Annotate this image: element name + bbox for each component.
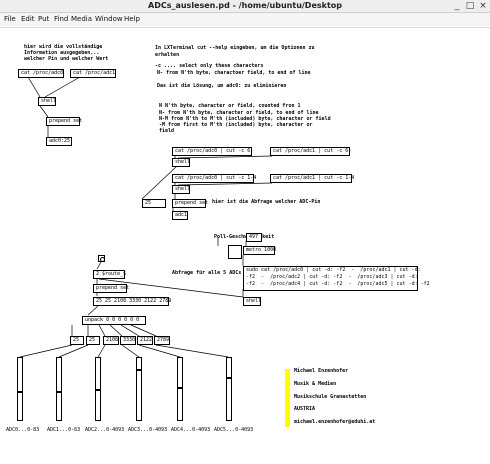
slider-label-adc2: ADC2...0-4093 [85,427,125,433]
slider-label-adc3: ADC3...0-4093 [128,427,168,433]
comment-adc-pin: hier ist die Abfrage welcher ADC-Pin [212,199,321,205]
bang-trigger[interactable] [98,255,105,262]
slider-knob [227,377,231,379]
comment-opt1: -c .... select only these characters [155,63,264,69]
msg-cat-adc0[interactable]: cat /proc/adc0 [18,69,64,78]
slider-knob [178,387,182,389]
comment-opt2: N- from N'th byte, charactoer field, to … [157,70,311,76]
credit-email: michael.enzenhofer@eduhi.at [294,419,376,425]
slider-knob [137,369,141,371]
toggle-on-off[interactable] [228,245,242,259]
slider-label-adc4: ADC4...0-4093 [171,427,211,433]
slider-knob [96,389,100,391]
number-adc4[interactable]: 2122 [137,336,153,345]
comment-poll: Poll-Geschwindigkeit [214,234,275,240]
number-adc5[interactable]: 2789 [154,336,170,345]
credits-accent-bar [285,369,290,427]
comment-opt3: Das ist die Lösung, um adc0: zu eliminie… [157,83,287,89]
slider-adc0[interactable] [17,357,23,421]
msg-cut6-adc0[interactable]: cat /proc/adc0 | cut -c 6- [172,147,253,156]
slider-knob [18,391,22,393]
obj-unpack[interactable]: unpack 0 0 0 0 0 0 [82,316,146,325]
obj-shell-3[interactable]: shell [172,185,190,194]
number-adc3[interactable]: 3330 [120,336,136,345]
comment-intro-3: welcher Pin und welcher Wert [24,56,109,62]
slider-adc1[interactable] [56,357,62,421]
number-adc1[interactable]: 25 [86,336,100,345]
slider-adc2[interactable] [95,357,101,421]
credit-school: Musikschule Granastetten [294,394,367,400]
obj-shell-2[interactable]: shell [172,158,190,167]
obj-shell[interactable]: shell [38,97,56,106]
number-adc0[interactable]: 25 [70,336,84,345]
obj-route[interactable]: 2 $route_$ [93,270,126,279]
slider-adc5[interactable] [226,357,232,421]
number-25[interactable]: 25 [142,199,166,208]
slider-label-adc1: ADC1...0-63 [47,427,81,433]
msg-adc0-value[interactable]: adc0:25 [46,137,72,146]
obj-shell-4[interactable]: shell [243,297,261,306]
comment-help-1: In LXTerminal cut --help eingeben, um di… [155,45,315,51]
comment-opt4: N N'th byte, character or field, counted… [159,103,301,109]
obj-prepend[interactable]: prepend set [46,117,82,126]
number-poll-speed[interactable]: 497 [246,233,262,242]
credit-name: Michael Enzenhofer [294,368,349,374]
msg-cut6-adc1[interactable]: cat /proc/adc1 | cut -c 6- [270,147,351,156]
comment-help-2: erhalten [155,52,180,58]
msg-cut14-adc0[interactable]: cat /proc/adc0 | cut -c 1-4 [172,174,256,183]
obj-prepend-2[interactable]: prepend set [172,199,208,208]
comment-opt8: field [159,128,175,134]
credit-dept: Musik & Medien [294,381,337,387]
slider-knob [57,391,61,393]
msg-adc1[interactable]: adc1 [172,211,188,220]
msg-sudo-cat-all[interactable]: sudo cat /proc/adc0 | cut -d: -f2 - /pro… [243,266,430,291]
comment-all-adcs: Abfrage für alle 5 ADCs [172,270,242,276]
slider-label-adc5: ADC5...0-4093 [214,427,254,433]
msg-values[interactable]: 25 25 2108 3330 2122 2789 [93,297,171,306]
number-adc2[interactable]: 2108 [103,336,119,345]
credit-country: AUSTRIA [294,406,316,412]
obj-prepend-3[interactable]: prepend set [93,284,129,293]
msg-cat-adc1[interactable]: cat /proc/adc1 [70,69,116,78]
slider-label-adc0: ADC0...0-83 [6,427,40,433]
slider-adc3[interactable] [136,357,142,421]
slider-adc4[interactable] [177,357,183,421]
obj-metro[interactable]: metro 1000 [243,246,276,255]
comment-opt7: -M from first to M'th (included) byte, c… [159,122,313,128]
msg-cut14-adc1[interactable]: cat /proc/adc1 | cut -c 1-4 [270,174,354,183]
